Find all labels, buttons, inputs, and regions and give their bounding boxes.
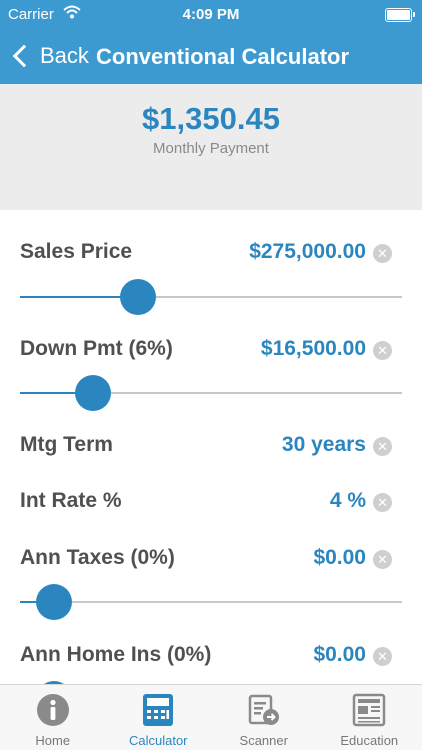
page-title: Conventional Calculator <box>96 44 350 69</box>
interest-rate-label: Int Rate % <box>20 489 122 512</box>
monthly-payment-amount: $1,350.45 <box>142 101 280 136</box>
slider-thumb[interactable] <box>120 279 157 315</box>
tab-scanner[interactable]: Scanner <box>211 685 317 750</box>
tab-bar: Home Calculator Scanner Education <box>0 684 422 750</box>
tab-education[interactable]: Education <box>317 685 422 750</box>
annual-taxes-label: Ann Taxes (0%) <box>20 546 175 569</box>
scanner-icon <box>247 693 281 732</box>
mortgage-term-row: Mtg Term 30 years ✕ <box>0 433 422 463</box>
down-payment-label: Down Pmt (6%) <box>20 337 173 360</box>
monthly-payment-caption: Monthly Payment <box>153 140 269 157</box>
clear-mortgage-term-button[interactable]: ✕ <box>373 437 392 456</box>
tab-education-label: Education <box>340 733 399 748</box>
payment-summary: $1,350.45 Monthly Payment <box>0 84 422 210</box>
annual-home-insurance-value[interactable]: $0.00 <box>313 643 366 667</box>
back-button[interactable]: Back <box>10 40 89 72</box>
sales-price-value[interactable]: $275,000.00 <box>249 240 366 264</box>
tab-calculator-label: Calculator <box>128 733 188 748</box>
clear-annual-taxes-button[interactable]: ✕ <box>373 550 392 569</box>
tab-home[interactable]: Home <box>0 685 106 750</box>
tab-home-label: Home <box>35 733 71 748</box>
annual-taxes-slider[interactable] <box>20 582 402 622</box>
sales-price-row: Sales Price $275,000.00 ✕ <box>0 240 422 270</box>
status-bar: Carrier 4:09 PM <box>0 0 422 30</box>
mortgage-term-value[interactable]: 30 years <box>282 433 366 457</box>
tab-calculator[interactable]: Calculator <box>106 685 212 750</box>
back-label: Back <box>40 43 89 68</box>
chevron-left-icon <box>12 44 36 68</box>
sales-price-slider[interactable] <box>20 277 402 317</box>
clock: 4:09 PM <box>182 6 240 23</box>
annual-taxes-row: Ann Taxes (0%) $0.00 ✕ <box>0 546 422 576</box>
annual-home-insurance-label: Ann Home Ins (0%) <box>20 643 212 666</box>
newspaper-icon <box>352 693 386 732</box>
clear-down-payment-button[interactable]: ✕ <box>373 341 392 360</box>
slider-track <box>20 601 402 603</box>
interest-rate-row: Int Rate % 4 % ✕ <box>0 489 422 519</box>
slider-thumb[interactable] <box>36 584 73 620</box>
annual-taxes-value[interactable]: $0.00 <box>313 546 366 570</box>
down-payment-slider[interactable] <box>20 373 402 413</box>
slider-thumb[interactable] <box>74 375 111 411</box>
interest-rate-value[interactable]: 4 % <box>330 489 366 513</box>
down-payment-row: Down Pmt (6%) $16,500.00 ✕ <box>0 337 422 367</box>
mortgage-term-label: Mtg Term <box>20 433 113 456</box>
info-icon <box>36 693 70 732</box>
down-payment-value[interactable]: $16,500.00 <box>261 337 366 361</box>
clear-interest-rate-button[interactable]: ✕ <box>373 493 392 512</box>
calculator-icon <box>142 693 174 732</box>
annual-home-insurance-row: Ann Home Ins (0%) $0.00 ✕ <box>0 643 422 673</box>
tab-scanner-label: Scanner <box>239 733 288 748</box>
navigation-bar: Back Conventional Calculator <box>0 30 422 84</box>
battery-icon <box>385 8 415 22</box>
sales-price-label: Sales Price <box>20 240 133 263</box>
clear-sales-price-button[interactable]: ✕ <box>373 244 392 263</box>
clear-annual-home-insurance-button[interactable]: ✕ <box>373 647 392 666</box>
